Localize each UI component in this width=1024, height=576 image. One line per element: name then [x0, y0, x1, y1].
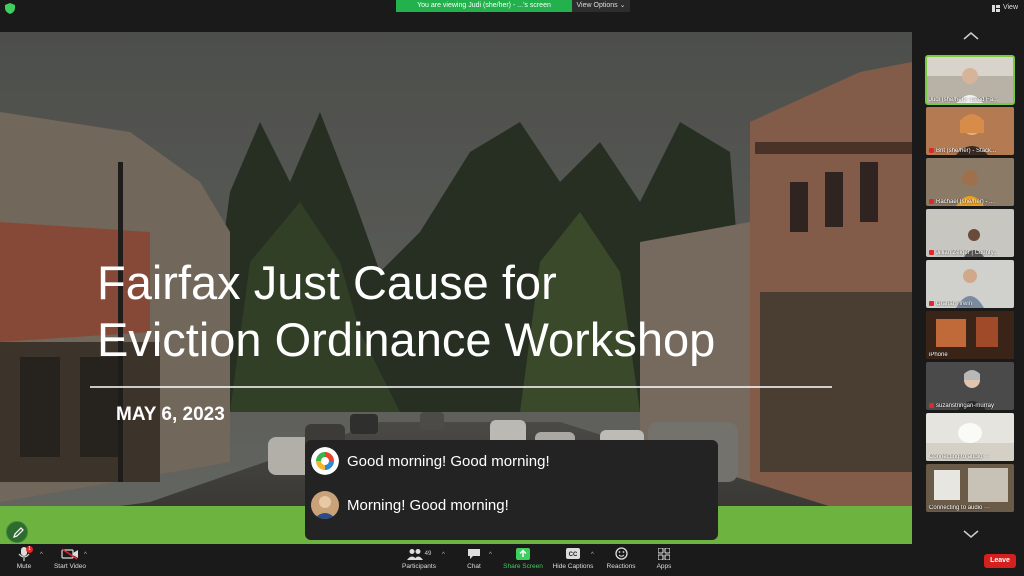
mute-label: Mute	[16, 563, 32, 570]
participant-name: Judi (she/her) - Lead Fa...	[929, 97, 999, 103]
participant-name: Brit (she/her) - Stack...	[929, 147, 996, 154]
slide-title-line-1: Fairfax Just Cause for	[97, 256, 557, 309]
reactions-smiley-icon	[614, 547, 628, 560]
participant-name: Jillian Zeiger | County...	[929, 249, 998, 256]
chevron-up-icon[interactable]	[958, 30, 984, 42]
chat-message: Morning! Good morning!	[311, 490, 509, 520]
start-video-label: Start Video	[53, 563, 87, 570]
apps-button[interactable]: Apps	[634, 546, 694, 576]
closed-captions-icon: CC	[566, 548, 580, 559]
participant-tile[interactable]: iPhone	[926, 311, 1014, 359]
apps-label: Apps	[656, 563, 672, 570]
slide-divider	[90, 386, 832, 388]
participant-tile[interactable]: suzanstringari-murray	[926, 362, 1014, 410]
participant-tile[interactable]: Graham Irwin	[926, 260, 1014, 308]
participant-name: iPhone	[929, 352, 948, 358]
meeting-toolbar: Mute 1 ^ Start Video ^ 49 Participants ^…	[0, 544, 1024, 576]
participant-tile[interactable]: Judi (she/her) - Lead Fa...	[925, 55, 1015, 105]
leave-button[interactable]: Leave	[984, 554, 1016, 568]
sender-avatar	[311, 447, 339, 475]
muted-mic-icon	[929, 147, 934, 153]
participant-tile[interactable]: Connecting to audio ···	[926, 464, 1014, 512]
view-options-label: View Options	[576, 2, 618, 9]
share-screen-icon	[516, 547, 530, 560]
mute-badge: 1	[26, 546, 33, 553]
muted-mic-icon	[929, 402, 934, 408]
chat-message: Good morning! Good morning!	[311, 446, 550, 476]
video-camera-off-icon	[61, 547, 78, 560]
participant-tile[interactable]: Rachael (she/her) - ...	[926, 158, 1014, 206]
chat-message-text: Good morning! Good morning!	[347, 452, 550, 470]
hide-captions-label: Hide Captions	[552, 563, 594, 570]
participant-name: Graham Irwin	[929, 300, 972, 307]
participants-count: 49	[424, 550, 432, 557]
pencil-icon	[13, 527, 24, 538]
viewing-screen-banner: You are viewing Judi (she/her) - ...'s s…	[396, 0, 572, 12]
participant-name: Connecting to audio ···	[929, 454, 991, 460]
security-shield-icon[interactable]	[5, 3, 15, 14]
slide-title-line-2: Eviction Ordinance Workshop	[97, 313, 716, 366]
sender-avatar	[311, 491, 339, 519]
participant-tile[interactable]: Brit (she/her) - Stack...	[926, 107, 1014, 155]
apps-grid-icon	[658, 547, 670, 560]
start-video-button[interactable]: Start Video	[40, 546, 100, 576]
chat-options-caret[interactable]: ^	[489, 552, 492, 558]
participants-button[interactable]: 49 Participants	[389, 546, 449, 576]
muted-mic-icon	[929, 300, 934, 306]
participant-name: Rachael (she/her) - ...	[929, 198, 994, 205]
participant-name: Connecting to audio ···	[929, 505, 991, 511]
chevron-down-icon[interactable]	[958, 528, 984, 540]
slide-date: MAY 6, 2023	[116, 404, 225, 425]
view-button[interactable]: View	[991, 2, 1018, 14]
video-options-caret[interactable]: ^	[84, 552, 87, 558]
participant-tile[interactable]: Jillian Zeiger | County...	[926, 209, 1014, 257]
zoom-meeting-window: You are viewing Judi (she/her) - ...'s s…	[0, 0, 1024, 576]
muted-mic-icon	[929, 198, 934, 204]
chevron-down-icon: ⌄	[619, 2, 626, 9]
participant-tile[interactable]: Connecting to audio ···	[926, 413, 1014, 461]
slide-title: Fairfax Just Cause for Eviction Ordinanc…	[97, 254, 877, 368]
view-label: View	[1002, 4, 1018, 11]
top-bar: You are viewing Judi (she/her) - ...'s s…	[0, 0, 1024, 16]
chat-label: Chat	[467, 563, 481, 570]
share-screen-label: Share Screen	[503, 563, 543, 570]
participant-name: suzanstringari-murray	[929, 402, 994, 409]
chat-message-text: Morning! Good morning!	[347, 496, 509, 514]
participants-icon	[406, 548, 423, 560]
svg-text:CC: CC	[569, 552, 578, 558]
annotate-button[interactable]	[6, 521, 28, 543]
chat-bubble-icon	[468, 548, 480, 559]
grid-view-icon	[991, 4, 1000, 12]
chat-preview-popup[interactable]: Good morning! Good morning! Morning! Goo…	[305, 440, 718, 540]
muted-mic-icon	[929, 249, 934, 255]
participants-label: Participants	[402, 563, 436, 570]
reactions-label: Reactions	[606, 563, 636, 570]
participant-gallery: Judi (she/her) - Lead Fa... Brit (she/he…	[925, 28, 1016, 540]
view-options-button[interactable]: View Options ⌄	[572, 0, 630, 12]
